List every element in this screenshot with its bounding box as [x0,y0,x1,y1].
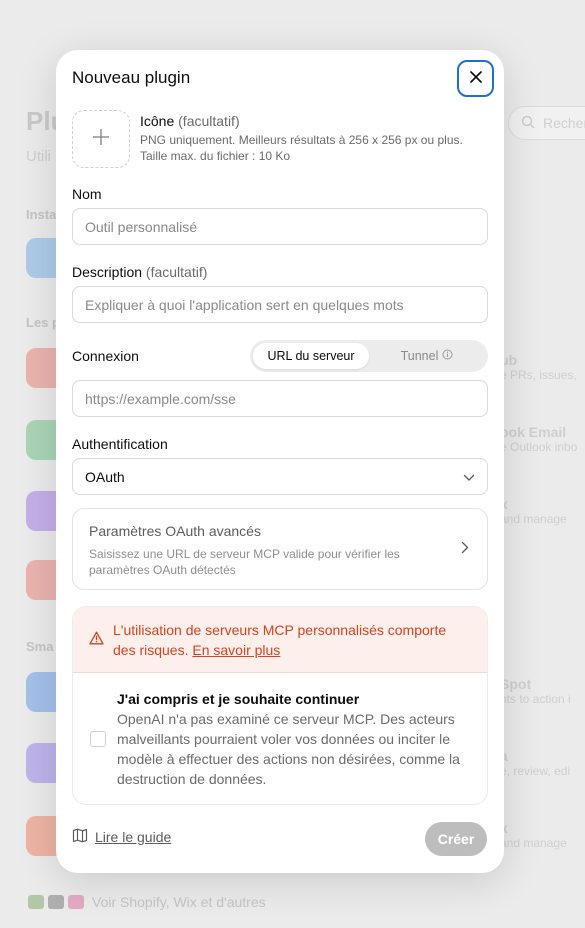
risk-message: L'utilisation de serveurs MCP personnali… [113,620,471,660]
bg-right-sub: and manage [500,836,567,850]
bg-right-sub: nts to action i [500,692,571,706]
advanced-oauth-settings[interactable]: Paramètres OAuth avancés Saisissez une U… [72,508,488,590]
info-icon [442,349,453,363]
risk-warning: L'utilisation de serveurs MCP personnali… [73,607,487,673]
section-installed: Insta [26,207,57,222]
icon-hint-line2: Taille max. du fichier : 10 Ko [140,149,291,163]
section-les: Les p [26,315,60,330]
advanced-oauth-description: Saisissez une URL de serveur MCP valide … [89,547,400,577]
bg-right-item: x and manage [500,496,567,526]
dialog-title: Nouveau plugin [72,68,191,87]
learn-more-link[interactable]: En savoir plus [192,642,280,658]
bg-right-item: Spot nts to action i [500,676,571,706]
warning-icon [89,631,104,650]
bg-right-item: ook Email e Outlook inbo [500,424,577,454]
bg-right-sub: e Outlook inbo [500,440,578,454]
bg-right-title: ook Email [500,424,567,440]
description-input[interactable] [72,286,488,323]
name-label: Nom [72,186,102,202]
bg-right-sub: e, review, edi [500,764,571,778]
bg-right-title: x [500,820,567,836]
bg-right-item: x and manage [500,820,567,850]
close-button[interactable] [457,60,494,97]
chevron-down-icon [463,469,475,485]
create-button[interactable]: Créer [425,822,487,856]
icon-optional: (facultatif) [178,113,240,129]
bg-bottom-link-text: Voir Shopify, Wix et d'autres [92,894,266,910]
bg-right-sub: and manage [500,512,567,526]
icon-hint: PNG uniquement. Meilleurs résultats à 25… [140,132,463,164]
icon-upload-button[interactable] [72,110,130,168]
section-sma: Sma [26,639,54,654]
bg-bottom-link: Voir Shopify, Wix et d'autres [28,894,266,910]
chevron-right-icon [461,541,469,559]
connection-label: Connexion [72,348,139,364]
server-url-input[interactable] [72,380,488,417]
read-guide-label: Lire le guide [95,829,172,845]
server-url-option[interactable]: URL du serveur [253,343,369,369]
bg-right-sub: e PRs, issues, [500,368,577,382]
page-subtitle: Utili [26,148,51,165]
close-icon [469,71,482,86]
description-label: Description (facultatif) [72,264,207,280]
auth-select-value: OAuth [85,468,125,485]
bg-right-item: a e, review, edi [500,748,570,778]
plus-icon [91,127,111,152]
tunnel-option[interactable]: Tunnel [369,343,485,369]
risk-panel: L'utilisation de serveurs MCP personnali… [72,606,488,805]
bg-right-title: Spot [500,676,532,692]
icon-label-text: Icône [140,113,175,129]
bg-right-item: ub e PRs, issues, [500,352,577,382]
icon-label: Icône (facultatif) [140,113,463,129]
acknowledge-title: J'ai compris et je souhaite continuer [117,691,360,707]
description-optional: (facultatif) [145,264,208,280]
acknowledge-row: J'ai compris et je souhaite continuer Op… [73,673,487,789]
read-guide-link[interactable]: Lire le guide [72,828,171,846]
icon-meta: Icône (facultatif) PNG uniquement. Meill… [140,113,463,164]
auth-select[interactable]: OAuth [72,458,488,495]
connection-type-toggle: URL du serveur Tunnel [250,340,488,372]
bg-right-title: ub [500,352,518,368]
advanced-oauth-title: Paramètres OAuth avancés [89,523,261,539]
bg-right-title: a [500,748,570,764]
description-label-text: Description [72,264,143,280]
bg-right-title: x [500,496,567,512]
acknowledge-checkbox[interactable] [90,731,106,747]
search-field: Recher [508,106,585,140]
search-placeholder: Recher [543,115,585,131]
server-url-option-label: URL du serveur [267,349,355,363]
store-logos [28,895,84,909]
auth-label: Authentification [72,436,168,452]
name-input[interactable] [72,208,488,245]
search-icon [521,115,535,132]
icon-hint-line1: PNG uniquement. Meilleurs résultats à 25… [140,133,463,147]
acknowledge-description: OpenAI n'a pas examiné ce serveur MCP. D… [117,711,460,787]
book-icon [72,828,88,846]
tunnel-option-label: Tunnel [400,349,439,363]
new-plugin-dialog: Nouveau plugin Icône (facultatif) PNG un… [56,50,504,873]
